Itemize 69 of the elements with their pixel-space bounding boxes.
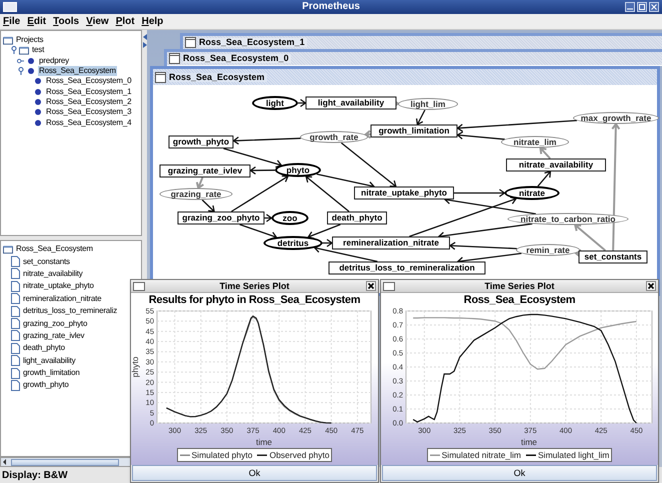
ok-button[interactable]: Ok xyxy=(382,465,657,481)
menu-item[interactable]: Tools xyxy=(53,16,80,26)
window-title: Ross_Sea_Ecosystem xyxy=(169,72,267,82)
chart-title: Results for phyto in Ross_Sea_Ecosystem xyxy=(148,295,360,306)
process-node: grazing_zoo_phyto xyxy=(178,212,264,224)
process-node: light_availability xyxy=(306,96,396,110)
internal-window[interactable]: Ross_Sea_Ecosystem_1 xyxy=(180,33,662,49)
variable-node: growth_rate xyxy=(300,131,368,143)
tree-item[interactable]: nitrate_uptake_phyto xyxy=(22,281,95,292)
process-node: nitrate_uptake_phyto xyxy=(354,186,454,200)
variable-node: max_growth_rate xyxy=(573,112,659,124)
menu-item[interactable]: View xyxy=(86,16,109,26)
internal-window[interactable]: Ross_Sea_Ecosystem_0 xyxy=(164,49,662,66)
axis-title: time xyxy=(256,437,272,447)
variable-node: grazing_rate xyxy=(160,188,232,200)
stock-node: light xyxy=(252,96,298,110)
legend-label: Observed phyto xyxy=(269,450,330,460)
process-node: growth_phyto xyxy=(168,136,234,148)
legend-label: Simulated phyto xyxy=(192,450,252,460)
dialog-title: Time Series Plot xyxy=(220,282,290,290)
tree-item[interactable]: Ross_Sea_Ecosystem_1 xyxy=(45,86,132,97)
menu-item[interactable]: Plot xyxy=(116,16,135,26)
process-node: detritus_loss_to_remineralization xyxy=(328,262,486,274)
tree-item[interactable]: growth_phyto xyxy=(22,380,70,390)
tree-item[interactable]: light_availability xyxy=(22,356,76,366)
tree-item[interactable]: predprey xyxy=(38,56,70,66)
menu-item[interactable]: Edit xyxy=(27,16,46,26)
process-node: set_constants xyxy=(578,250,648,264)
window-title: Ross_Sea_Ecosystem_1 xyxy=(199,38,307,47)
process-node: grazing_rate_ivlev xyxy=(160,164,250,178)
tree-item[interactable]: detritus_loss_to_remineraliz xyxy=(22,306,118,316)
dialog-title: Time Series Plot xyxy=(484,282,554,290)
tree-item[interactable]: growth_limitation xyxy=(22,368,81,378)
legend-label: Simulated light_lim xyxy=(538,450,610,460)
tree-item[interactable]: set_constants xyxy=(22,256,71,267)
process-node: death_phyto xyxy=(327,212,387,224)
stock-node: nitrate xyxy=(504,186,560,200)
tree-item[interactable]: grazing_rate_ivlev xyxy=(22,330,86,341)
stock-node: zoo xyxy=(272,211,308,225)
tree-item[interactable]: Ross_Sea_Ecosystem xyxy=(38,66,117,76)
tree-item[interactable]: nitrate_availability xyxy=(22,268,84,279)
process-node: remineralization_nitrate xyxy=(332,236,450,250)
tree-item[interactable]: Ross_Sea_Ecosystem_2 xyxy=(45,96,132,107)
stock-node: phyto xyxy=(275,163,321,177)
window-title: Prometheus xyxy=(302,2,360,12)
menu-item[interactable]: Help xyxy=(142,16,164,26)
tree-item[interactable]: death_phyto xyxy=(22,343,66,354)
process-node: growth_limitation xyxy=(370,124,458,138)
tree-item[interactable]: Ross_Sea_Ecosystem_4 xyxy=(45,118,132,128)
window-title: Ross_Sea_Ecosystem_0 xyxy=(183,54,291,63)
process-node: nitrate_availability xyxy=(506,158,606,172)
tree-item[interactable]: grazing_zoo_phyto xyxy=(22,318,88,329)
variable-node: nitrate_lim xyxy=(501,136,569,148)
variable-node: nitrate_to_carbon_ratio xyxy=(508,213,628,225)
tree-item[interactable]: Ross_Sea_Ecosystem_0 xyxy=(45,76,132,86)
tree-item[interactable]: Ross_Sea_Ecosystem xyxy=(15,244,94,254)
legend-label: Simulated nitrate_lim xyxy=(442,450,522,460)
tree-item[interactable]: Projects xyxy=(15,35,44,46)
axis-title: phyto xyxy=(131,356,140,378)
menu-item[interactable]: File xyxy=(3,16,20,26)
axis-title: time xyxy=(520,437,538,447)
ok-button[interactable]: Ok xyxy=(132,465,377,481)
variable-node: light_lim xyxy=(398,98,458,110)
tree-item[interactable]: Ross_Sea_Ecosystem_3 xyxy=(45,107,132,118)
variable-node: remin_rate xyxy=(516,244,580,256)
stock-node: detritus xyxy=(264,236,322,250)
tree-item[interactable]: remineralization_nitrate xyxy=(22,294,102,304)
chart-title: Ross_Sea_Ecosystem xyxy=(464,295,576,306)
tree-item[interactable]: test xyxy=(31,45,46,56)
